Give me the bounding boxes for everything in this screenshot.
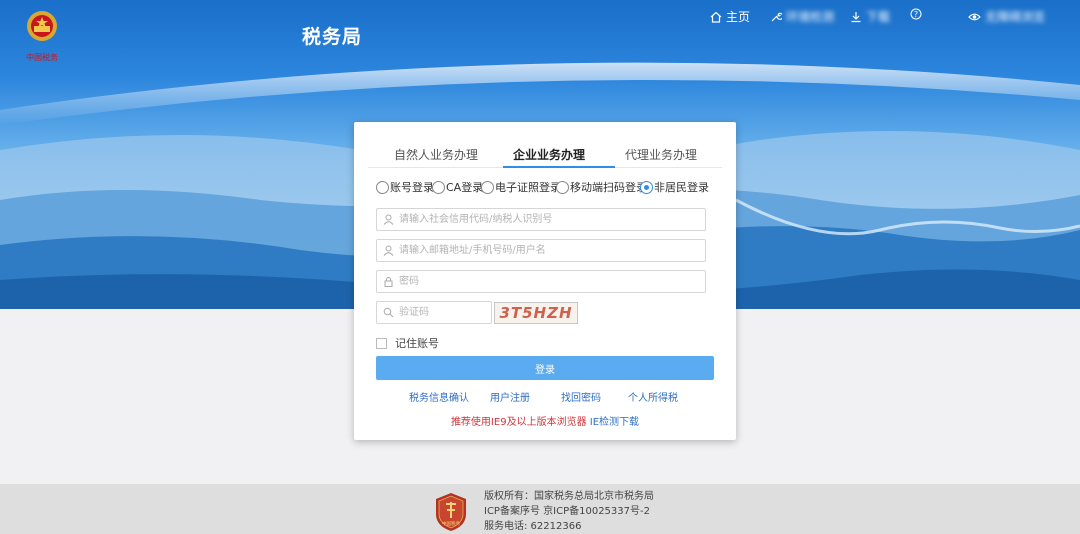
mode-account-label: 账号登录 — [390, 181, 434, 194]
footer-copyright: 版权所有：国家税务总局北京市税务局 — [484, 491, 654, 502]
nav-download[interactable]: 下载 — [850, 8, 890, 25]
search-icon — [383, 307, 394, 318]
browser-notice: 推荐使用IE9及以上版本浏览器 IE检测下载 — [354, 413, 736, 428]
nav-accessibility-label: 无障碍浏览 — [985, 10, 1046, 24]
remember-label: 记住账号 — [395, 337, 439, 350]
tab-enterprise[interactable]: 企业业务办理 — [513, 146, 585, 163]
footer-info: 版权所有：国家税务总局北京市税务局 ICP备案序号 京ICP备10025337号… — [484, 489, 654, 534]
emblem-caption: 中国税务 — [26, 52, 58, 62]
home-icon — [710, 11, 722, 23]
mode-mobile-scan-label: 移动端扫码登录 — [570, 181, 647, 194]
browser-warning: 推荐使用IE9及以上版本浏览器 — [450, 417, 587, 428]
password-input[interactable] — [399, 271, 699, 292]
auxiliary-links: 税务信息确认 用户注册 找回密码 个人所得税 — [376, 389, 714, 404]
credit-code-input[interactable] — [399, 209, 699, 230]
tab-individual[interactable]: 自然人业务办理 — [394, 146, 478, 163]
wrench-icon — [771, 12, 782, 21]
svg-text:?: ? — [914, 10, 918, 19]
nav-accessibility[interactable]: 无障碍浏览 — [968, 8, 1045, 25]
badge-text: 中国税务 — [442, 520, 460, 527]
radio-e-license[interactable] — [481, 180, 494, 194]
footer-phone: 服务电话: 62212366 — [484, 521, 582, 532]
radio-ca[interactable] — [432, 180, 445, 194]
site-title: 税务局 — [302, 26, 363, 48]
captcha-image[interactable]: 3T5HZH — [494, 302, 578, 324]
user-icon — [383, 245, 394, 256]
link-register[interactable]: 用户注册 — [490, 389, 530, 404]
radio-non-resident[interactable] — [640, 180, 653, 194]
tab-agent[interactable]: 代理业务办理 — [625, 146, 697, 163]
download-icon — [851, 11, 861, 22]
login-panel: 自然人业务办理 企业业务办理 代理业务办理 账号登录 CA登录 电子证照登录 移… — [354, 122, 736, 440]
mode-ca[interactable]: CA登录 — [432, 179, 483, 195]
account-input[interactable] — [399, 240, 699, 261]
tax-badge-logo: 中国税务 — [436, 493, 466, 531]
eye-icon — [968, 13, 981, 20]
mode-non-resident-label: 非居民登录 — [654, 181, 709, 194]
mode-non-resident[interactable]: 非居民登录 — [640, 179, 709, 195]
lock-icon — [384, 277, 393, 287]
mode-e-license[interactable]: 电子证照登录 — [481, 179, 561, 195]
nav-home[interactable]: 主页 — [710, 8, 750, 25]
footer-icp[interactable]: ICP备案序号 京ICP备10025337号-2 — [484, 504, 654, 519]
nav-env-check-label: 环境检测 — [786, 10, 835, 24]
mode-e-license-label: 电子证照登录 — [495, 181, 561, 194]
link-tax-info-confirm[interactable]: 税务信息确认 — [409, 389, 469, 404]
credit-code-field — [376, 208, 706, 231]
mode-mobile-scan[interactable]: 移动端扫码登录 — [556, 179, 647, 195]
nav-env-check[interactable]: 环境检测 — [770, 8, 834, 25]
captcha-field — [376, 301, 492, 324]
login-tabs: 自然人业务办理 企业业务办理 代理业务办理 — [368, 138, 722, 168]
radio-mobile-scan[interactable] — [556, 180, 569, 194]
password-field — [376, 270, 706, 293]
tax-emblem-logo: 中国税务 — [26, 11, 58, 62]
login-button[interactable]: 登录 — [376, 356, 714, 380]
account-field — [376, 239, 706, 262]
remember-checkbox[interactable] — [376, 337, 387, 349]
nav-home-label: 主页 — [726, 10, 751, 24]
user-icon — [383, 214, 394, 225]
mode-account[interactable]: 账号登录 — [376, 179, 434, 195]
login-mode-options: 账号登录 CA登录 电子证照登录 移动端扫码登录 非居民登录 — [376, 179, 716, 197]
radio-account[interactable] — [376, 180, 389, 194]
mode-ca-label: CA登录 — [446, 181, 484, 194]
ie-check-download-link[interactable]: IE检测下载 — [590, 417, 639, 428]
nav-download-label: 下载 — [866, 10, 891, 24]
nav-help[interactable]: ? — [910, 8, 922, 20]
active-tab-indicator — [503, 166, 615, 168]
link-personal-income-tax[interactable]: 个人所得税 — [628, 389, 678, 404]
remember-account[interactable]: 记住账号 — [376, 335, 439, 351]
question-icon: ? — [910, 8, 922, 20]
captcha-input[interactable] — [399, 302, 487, 323]
link-recover-password[interactable]: 找回密码 — [561, 389, 601, 404]
footer: 中国税务 版权所有：国家税务总局北京市税务局 ICP备案序号 京ICP备1002… — [0, 484, 1080, 534]
